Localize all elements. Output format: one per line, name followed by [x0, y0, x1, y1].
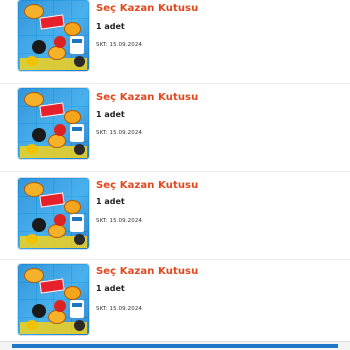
product-title[interactable]: Seç Kazan Kutusu	[96, 266, 198, 277]
product-title[interactable]: Seç Kazan Kutusu	[96, 3, 198, 14]
product-quantity: 1 adet	[96, 284, 125, 293]
product-thumbnail[interactable]	[18, 264, 89, 335]
expiry-date: SKT: 15.09.2024	[96, 42, 143, 48]
expiry-date: SKT: 15.09.2024	[96, 218, 143, 224]
list-item[interactable]: Seç Kazan Kutusu 1 adet SKT: 15.09.2024	[0, 88, 350, 172]
list-item[interactable]: Seç Kazan Kutusu 1 adet SKT: 15.09.2024	[0, 176, 350, 260]
product-quantity: 1 adet	[96, 110, 125, 119]
list-item[interactable]: Seç Kazan Kutusu 1 adet SKT: 15.09.2024	[0, 0, 350, 84]
product-quantity: 1 adet	[96, 197, 125, 206]
scroll-indicator[interactable]	[12, 344, 338, 348]
product-thumbnail[interactable]	[18, 88, 89, 159]
product-thumbnail[interactable]	[18, 178, 89, 249]
list-item[interactable]: Seç Kazan Kutusu 1 adet SKT: 15.09.2024	[0, 264, 350, 348]
expiry-date: SKT: 15.09.2024	[96, 306, 143, 312]
expiry-date: SKT: 15.09.2024	[96, 130, 143, 136]
product-thumbnail[interactable]	[18, 0, 89, 71]
product-title[interactable]: Seç Kazan Kutusu	[96, 92, 198, 103]
product-list: Seç Kazan Kutusu 1 adet SKT: 15.09.2024 …	[0, 0, 350, 350]
product-title[interactable]: Seç Kazan Kutusu	[96, 180, 198, 191]
product-quantity: 1 adet	[96, 22, 125, 31]
